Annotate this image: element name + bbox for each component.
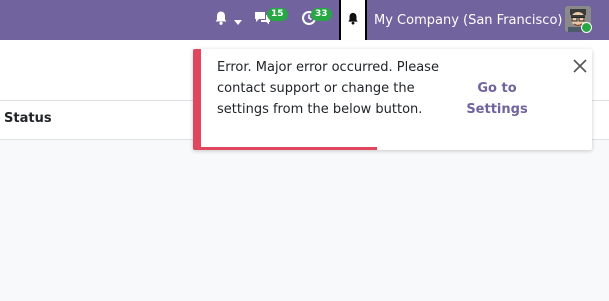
online-status-dot [581,22,592,33]
chevron-down-icon [234,11,242,30]
company-name: My Company (San Francisco) [374,12,563,28]
notification-message: Error. Major error occurred. Please cont… [217,60,439,117]
bell-icon [213,10,229,30]
column-header-status[interactable]: Status [4,111,52,126]
messages-count-badge: 15 [267,8,288,21]
active-bell-button[interactable] [339,0,367,40]
notification-progress-bar [201,147,377,150]
notifications-dropdown[interactable] [213,0,242,40]
top-navbar: 15 33 My Company (San Francisco) [0,0,609,40]
company-switcher[interactable]: My Company (San Francisco) [374,0,562,40]
go-to-settings-button[interactable]: Go to Settings [458,78,536,120]
error-notification: Error. Major error occurred. Please cont… [193,49,592,150]
messages-menu[interactable] [254,0,271,40]
close-icon[interactable] [571,57,589,75]
activities-count-badge: 33 [311,8,332,21]
active-bell-icon [346,11,360,30]
